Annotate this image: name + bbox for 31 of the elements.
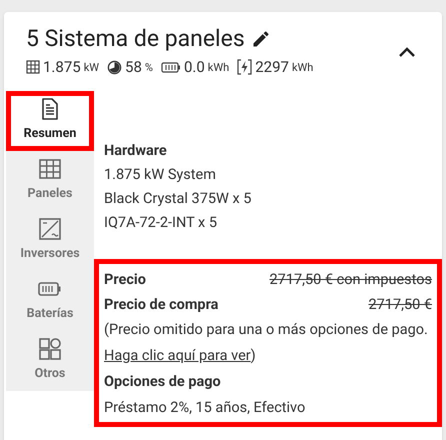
price-value: 2717,50 € [368, 294, 432, 314]
view-link[interactable]: Haga clic aquí para ver [104, 346, 251, 364]
stat-value: 58 [125, 57, 142, 78]
sidebar-tab[interactable]: Resumen [6, 90, 94, 150]
shapes-icon [38, 337, 62, 362]
stat-unit: kW [84, 60, 100, 76]
grid-icon [38, 157, 62, 182]
section-heading: Opciones de pago [104, 372, 222, 392]
battery-icon [160, 62, 181, 73]
hardware-line: 1.875 kW System [104, 164, 217, 184]
price-label: Precio de compra [104, 294, 218, 314]
stat-value: 2297 [255, 57, 289, 78]
stat-unit: kWh [292, 60, 314, 76]
stat-unit: % [144, 60, 153, 76]
pencil-icon[interactable] [250, 29, 271, 49]
payment-options: Préstamo 2%, 15 años, Efectivo [104, 394, 432, 420]
chevron-up-icon[interactable] [398, 46, 416, 58]
price-note: (Precio omitido para una o más opciones de pago. Haga clic aquí para ver) [104, 320, 429, 366]
hardware-line: Black Crystal 375W x 5 [104, 188, 252, 208]
stat-unit: kWh [208, 60, 230, 76]
price-label: Precio [104, 270, 146, 290]
grid-icon [26, 60, 40, 74]
section-heading: Hardware [104, 140, 168, 160]
inverter-icon [38, 217, 62, 242]
pie-chart-icon [107, 60, 122, 75]
bolt-icon [237, 59, 252, 76]
stat-value: 1.875 [43, 57, 81, 78]
system-title: 5 Sistema de paneles [26, 24, 245, 54]
price-value: 2717,50 € con impuestos [270, 270, 432, 290]
hardware-line: IQ7A-72-2-INT x 5 [104, 212, 218, 232]
stat-value: 0.0 [184, 57, 205, 78]
